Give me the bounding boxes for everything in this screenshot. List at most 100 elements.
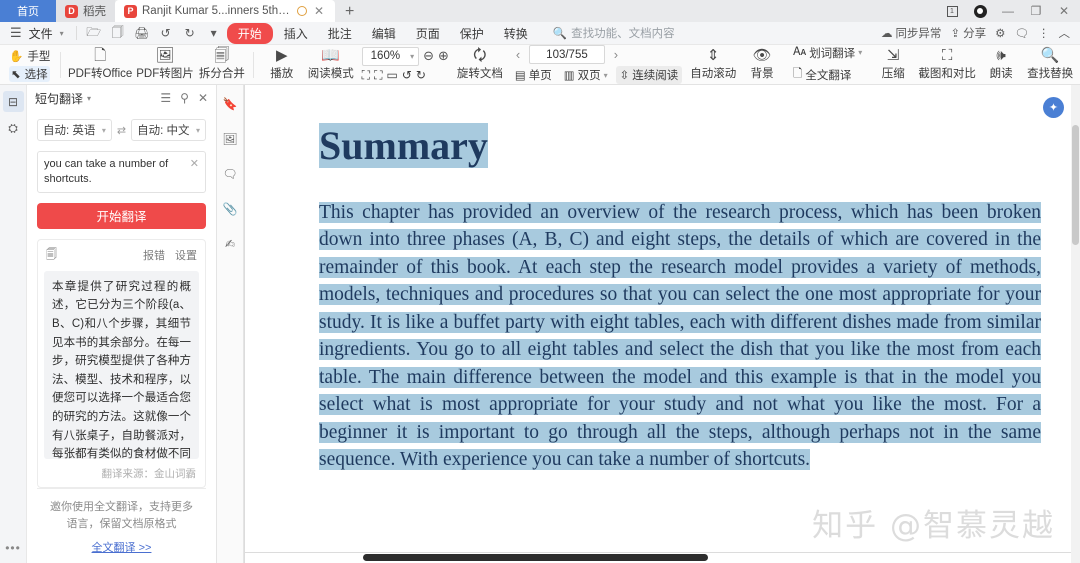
tab-home[interactable]: 首页 bbox=[0, 0, 56, 22]
report-error-link[interactable]: 报错 bbox=[143, 247, 165, 263]
full-translate-link[interactable]: 全文翻译 >> bbox=[92, 539, 152, 555]
main-body: ⊟ ⛭ ••• 短句翻译 ▾ ☰ ⚲ ✕ 自动: 英语 ▾ ⇄ 自动: 中文 ▾… bbox=[0, 85, 1080, 563]
panel-toggle-icon[interactable]: ⊟ bbox=[2, 91, 24, 112]
source-language-select[interactable]: 自动: 英语 ▾ bbox=[37, 119, 112, 141]
menu-tab-edit[interactable]: 编辑 bbox=[363, 23, 405, 44]
sync-status-button[interactable]: ☁ 同步异常 bbox=[881, 25, 942, 41]
horizontal-scroll-thumb[interactable] bbox=[363, 554, 708, 561]
page-number-input[interactable]: 103/755 bbox=[529, 45, 605, 64]
ai-assistant-button[interactable]: ✦ bbox=[1043, 97, 1064, 118]
prev-page-button[interactable]: ‹ bbox=[511, 47, 525, 62]
zoom-group: 160% ▾ ⊖ ⊕ ⛶ ⛶ ▭ ↺ ↻ bbox=[357, 46, 454, 83]
rotate-document-button[interactable]: 🗘 旋转文档 bbox=[454, 46, 506, 83]
menu-hamburger-icon[interactable]: ☰ bbox=[6, 25, 25, 41]
tab-docer[interactable]: D 稻壳 bbox=[56, 0, 115, 22]
close-window-button[interactable]: ✕ bbox=[1050, 0, 1078, 22]
open-folder-icon[interactable]: 🗁 bbox=[83, 23, 105, 43]
quick-access-chevron-icon[interactable]: ▾ bbox=[203, 23, 225, 43]
thumbnail-icon[interactable]: 🖼 bbox=[220, 128, 241, 149]
menu-tab-start[interactable]: 开始 bbox=[226, 22, 273, 44]
pdf-to-image-button[interactable]: 🖼 PDF转图片 bbox=[134, 46, 196, 83]
hand-tool-button[interactable]: ✋ 手型 bbox=[9, 48, 50, 64]
select-tool-button[interactable]: ⬉ 选择 bbox=[9, 65, 51, 82]
zoom-in-icon[interactable]: ⊕ bbox=[438, 48, 449, 64]
chevron-down-icon[interactable]: ▾ bbox=[57, 29, 70, 38]
source-text-input[interactable]: you can take a number of shortcuts. ✕ bbox=[37, 151, 206, 193]
pdf-to-office-button[interactable]: 🗋 PDF转Office bbox=[66, 46, 134, 83]
clear-text-icon[interactable]: ✕ bbox=[190, 157, 199, 172]
title-bar: 首页 D 稻壳 P Ranjit Kumar 5...inners 5th.pd… bbox=[0, 0, 1080, 22]
translation-result-card: 🗐 报错 设置 本章提供了研究过程的概述，它已分为三个阶段(a、B、C)和八个步… bbox=[37, 238, 206, 488]
rotate-right-icon[interactable]: ↻ bbox=[416, 68, 426, 82]
rotate-left-icon[interactable]: ↺ bbox=[402, 68, 412, 82]
find-replace-button[interactable]: 🔍 查找替换 bbox=[1024, 46, 1076, 83]
undo-icon[interactable]: ↺ bbox=[155, 23, 177, 43]
tab-list-button[interactable]: 1 bbox=[938, 0, 966, 22]
word-translate-button[interactable]: 🗛 划词翻译 ▾ bbox=[789, 44, 866, 62]
menu-file[interactable]: 文件 bbox=[27, 25, 55, 42]
copy-icon[interactable]: 🗐 bbox=[46, 246, 57, 265]
search-placeholder: 查找功能、文档内容 bbox=[571, 28, 675, 40]
background-button[interactable]: 👁 背景 bbox=[739, 46, 785, 83]
double-page-button[interactable]: ▥ 双页 ▾ bbox=[560, 66, 612, 84]
screen-record-button[interactable] bbox=[966, 0, 994, 22]
single-page-button[interactable]: ▤ 单页 bbox=[511, 66, 556, 84]
menu-tab-annotate[interactable]: 批注 bbox=[319, 23, 361, 44]
tab-pdf-document[interactable]: P Ranjit Kumar 5...inners 5th.pdf ✕ bbox=[115, 0, 335, 22]
play-button[interactable]: ▶ 播放 bbox=[259, 46, 305, 83]
redo-icon[interactable]: ↻ bbox=[179, 23, 201, 43]
share-button[interactable]: ⇪ 分享 bbox=[950, 25, 986, 41]
save-icon[interactable]: 🗍 bbox=[107, 23, 129, 43]
menu-tab-insert[interactable]: 插入 bbox=[275, 23, 317, 44]
settings-link[interactable]: 设置 bbox=[175, 247, 197, 263]
full-translate-button[interactable]: 🗋 全文翻译 bbox=[789, 65, 866, 86]
collapse-ribbon-icon[interactable]: ︿ bbox=[1059, 25, 1071, 41]
maximize-button[interactable]: ❐ bbox=[1022, 0, 1050, 22]
target-language-select[interactable]: 自动: 中文 ▾ bbox=[131, 119, 206, 141]
select-tool-label: 选择 bbox=[24, 68, 48, 81]
chevron-down-icon[interactable]: ▾ bbox=[87, 94, 91, 103]
comment-icon[interactable]: 🗨 bbox=[220, 163, 241, 184]
pin-icon[interactable]: ⚲ bbox=[180, 91, 189, 105]
fit-width-icon[interactable]: ⛶ bbox=[374, 68, 382, 83]
menu-tab-convert[interactable]: 转换 bbox=[495, 23, 537, 44]
close-panel-icon[interactable]: ✕ bbox=[198, 91, 208, 105]
settings-gear-icon[interactable]: ⚙ bbox=[995, 26, 1005, 40]
split-merge-button[interactable]: 🗐 拆分合并 bbox=[196, 46, 248, 83]
swap-languages-icon[interactable]: ⇄ bbox=[116, 124, 127, 137]
attachment-icon[interactable]: 📎 bbox=[220, 198, 241, 219]
new-tab-button[interactable]: + bbox=[335, 4, 364, 22]
tools-panel-icon[interactable]: ⛭ bbox=[3, 118, 24, 139]
menu-tab-page[interactable]: 页面 bbox=[407, 23, 449, 44]
more-options-icon[interactable]: ⋮ bbox=[1038, 26, 1050, 40]
screenshot-compare-button[interactable]: ⛶ 截图和对比 bbox=[916, 46, 978, 83]
panel-menu-icon[interactable]: ☰ bbox=[160, 91, 171, 105]
pdf-page[interactable]: Summary This chapter has provided an ove… bbox=[244, 85, 1071, 563]
minimize-button[interactable]: — bbox=[994, 0, 1022, 22]
signature-icon[interactable]: ✍ bbox=[220, 233, 241, 254]
more-panels-icon[interactable]: ••• bbox=[5, 541, 21, 555]
start-translate-button[interactable]: 开始翻译 bbox=[37, 202, 206, 229]
bookmark-icon[interactable]: 🔖 bbox=[220, 93, 241, 114]
print-icon[interactable]: 🖨 bbox=[131, 23, 153, 43]
document-side-rail: 🔖 🖼 🗨 📎 ✍ bbox=[217, 85, 244, 563]
horizontal-scrollbar[interactable] bbox=[245, 552, 1071, 563]
zoom-level-select[interactable]: 160% ▾ bbox=[361, 46, 420, 66]
actual-size-icon[interactable]: ▭ bbox=[386, 68, 397, 82]
auto-scroll-button[interactable]: ⇕ 自动滚动 bbox=[687, 46, 739, 83]
fit-page-icon[interactable]: ⛶ bbox=[362, 68, 370, 83]
tab-close-icon[interactable]: ✕ bbox=[312, 4, 326, 18]
read-mode-button[interactable]: 📖 阅读模式 bbox=[305, 46, 357, 83]
read-aloud-button[interactable]: 🕪 朗读 bbox=[978, 46, 1024, 83]
search-input[interactable]: 🔍 查找功能、文档内容 bbox=[553, 25, 675, 41]
zoom-out-icon[interactable]: ⊖ bbox=[423, 48, 434, 64]
full-translate-promo: 邀你使用全文翻译，支持更多语言，保留文档原格式 全文翻译 >> bbox=[37, 487, 206, 563]
menu-tab-protect[interactable]: 保护 bbox=[451, 23, 493, 44]
tab-pdf-label: Ranjit Kumar 5...inners 5th.pdf bbox=[142, 5, 292, 17]
continuous-read-button[interactable]: ⇳ 连续阅读 bbox=[615, 66, 683, 84]
next-page-button[interactable]: › bbox=[609, 47, 623, 62]
compress-button[interactable]: ⇲ 压缩 bbox=[870, 46, 916, 83]
vertical-scroll-thumb[interactable] bbox=[1072, 125, 1079, 245]
vertical-scrollbar[interactable] bbox=[1071, 85, 1080, 563]
feedback-icon[interactable]: 🗨 bbox=[1014, 26, 1029, 40]
